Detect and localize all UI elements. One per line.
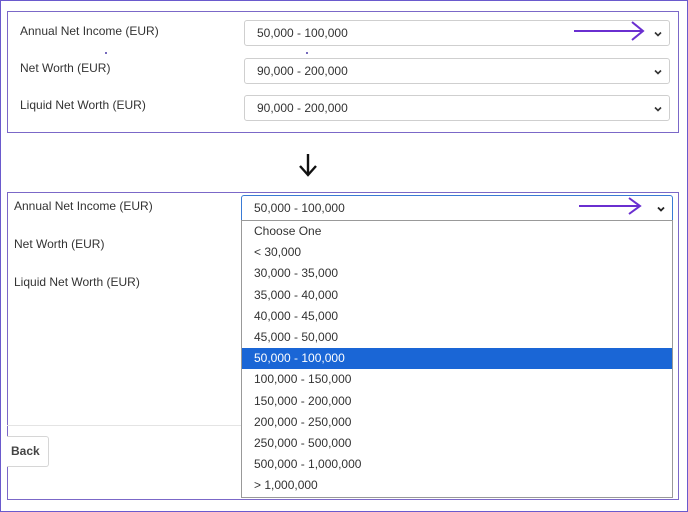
mark-dot (306, 52, 308, 54)
right-arrow-icon (579, 197, 642, 215)
form-panel-before: Annual Net Income (EUR) 50,000 - 100,000… (7, 11, 679, 133)
chevron-down-icon (654, 69, 662, 75)
annual-income-label: Annual Net Income (EUR) (14, 199, 153, 213)
annual-income-value: 50,000 - 100,000 (257, 26, 348, 40)
dropdown-option[interactable]: 100,000 - 150,000 (242, 369, 672, 390)
net-worth-value: 90,000 - 200,000 (257, 64, 348, 78)
liquid-net-worth-value: 90,000 - 200,000 (257, 101, 348, 115)
dropdown-option[interactable]: 50,000 - 100,000 (242, 348, 672, 370)
dropdown-option[interactable]: 45,000 - 50,000 (242, 327, 672, 348)
back-button[interactable]: Back (7, 436, 49, 467)
footer-divider (7, 425, 241, 426)
liquid-net-worth-select[interactable]: 90,000 - 200,000 (244, 95, 670, 121)
annual-income-dropdown-list: Choose One < 30,000 30,000 - 35,000 35,000 … (241, 220, 673, 498)
dropdown-option[interactable]: > 1,000,000 (242, 475, 672, 496)
dropdown-option[interactable]: 250,000 - 500,000 (242, 433, 672, 454)
net-worth-select[interactable]: 90,000 - 200,000 (244, 58, 670, 84)
dropdown-option[interactable]: 40,000 - 45,000 (242, 306, 672, 327)
right-arrow-icon (574, 21, 645, 41)
dropdown-option[interactable]: 150,000 - 200,000 (242, 391, 672, 412)
dropdown-option[interactable]: 200,000 - 250,000 (242, 412, 672, 433)
dropdown-option[interactable]: 500,000 - 1,000,000 (242, 454, 672, 475)
net-worth-label: Net Worth (EUR) (14, 237, 105, 251)
annual-income-label: Annual Net Income (EUR) (20, 24, 159, 38)
chevron-down-icon (654, 106, 662, 112)
dropdown-option[interactable]: Choose One (242, 221, 672, 242)
dropdown-option[interactable]: 35,000 - 40,000 (242, 285, 672, 306)
annual-income-value: 50,000 - 100,000 (254, 201, 345, 215)
chevron-down-icon (654, 31, 662, 37)
dropdown-option[interactable]: 30,000 - 35,000 (242, 263, 672, 284)
liquid-net-worth-label: Liquid Net Worth (EUR) (20, 98, 146, 112)
liquid-net-worth-label: Liquid Net Worth (EUR) (14, 275, 140, 289)
down-arrow-icon (299, 154, 317, 177)
mark-dot (105, 52, 107, 54)
net-worth-label: Net Worth (EUR) (20, 61, 111, 75)
dropdown-option[interactable]: < 30,000 (242, 242, 672, 263)
chevron-down-icon (657, 206, 665, 212)
